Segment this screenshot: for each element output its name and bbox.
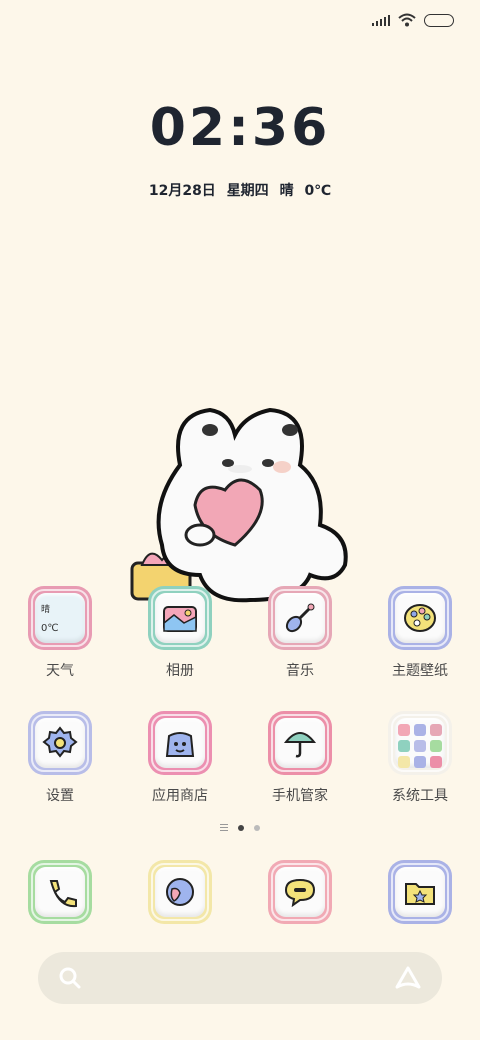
palette-icon xyxy=(404,604,436,632)
app-folder-system-tools[interactable]: 系统工具 xyxy=(360,711,480,805)
assistant-icon[interactable] xyxy=(394,965,422,991)
app-row-2: 设置 应用商店 手机管家 系统工具 xyxy=(0,711,480,805)
status-bar xyxy=(372,10,454,30)
weather-app-tile[interactable]: 晴 0℃ xyxy=(28,586,92,650)
battery-icon xyxy=(424,13,454,27)
umbrella-icon xyxy=(283,732,317,758)
messages-app-tile[interactable] xyxy=(268,860,332,924)
system-tools-folder-tile[interactable] xyxy=(388,711,452,775)
mini-app-icon xyxy=(398,756,410,768)
themes-app-tile[interactable] xyxy=(388,586,452,650)
app-row-1: 晴 0℃ 天气 相册 音乐 主题壁纸 xyxy=(0,586,480,680)
settings-app-tile[interactable] xyxy=(28,711,92,775)
dock xyxy=(0,860,480,924)
app-settings[interactable]: 设置 xyxy=(0,711,120,805)
app-label-music: 音乐 xyxy=(286,663,314,679)
clock: 02:36 xyxy=(149,98,331,158)
chat-bubble-icon xyxy=(284,878,316,907)
page-dot-active[interactable] xyxy=(238,824,244,831)
gallery-app-tile[interactable] xyxy=(148,586,212,650)
dock-phone[interactable] xyxy=(0,860,120,924)
mini-app-icon xyxy=(430,724,442,736)
guitar-icon xyxy=(285,603,315,633)
signal-icon xyxy=(372,14,390,26)
photo-icon xyxy=(163,606,197,632)
app-label-security: 手机管家 xyxy=(272,788,328,804)
dock-browser[interactable] xyxy=(120,860,240,924)
shopping-bag-icon xyxy=(165,732,195,757)
mini-app-icon xyxy=(398,724,410,736)
browser-app-tile[interactable] xyxy=(148,860,212,924)
dock-messages[interactable] xyxy=(240,860,360,924)
search-bar[interactable] xyxy=(38,952,442,1004)
phone-icon xyxy=(49,880,77,908)
weather-condition: 晴 xyxy=(279,183,294,199)
globe-icon xyxy=(166,878,194,906)
app-security[interactable]: 手机管家 xyxy=(240,711,360,805)
app-label-weather: 天气 xyxy=(46,663,74,679)
weather-widget-condition: 晴 xyxy=(41,605,51,615)
app-label-themes: 主题壁纸 xyxy=(392,663,448,679)
wifi-icon xyxy=(398,13,416,27)
app-label-settings: 设置 xyxy=(46,788,74,804)
mini-app-icon xyxy=(430,756,442,768)
bunny-mascot-illustration xyxy=(130,407,348,603)
music-app-tile[interactable] xyxy=(268,586,332,650)
mini-app-icon xyxy=(414,724,426,736)
app-store[interactable]: 应用商店 xyxy=(120,711,240,805)
app-themes[interactable]: 主题壁纸 xyxy=(360,586,480,680)
phone-app-tile[interactable] xyxy=(28,860,92,924)
dock-files[interactable] xyxy=(360,860,480,924)
mini-app-icon xyxy=(414,756,426,768)
page-dot[interactable] xyxy=(254,824,260,831)
app-label-gallery: 相册 xyxy=(166,663,194,679)
app-label-system-tools: 系统工具 xyxy=(392,788,448,804)
files-app-tile[interactable] xyxy=(388,860,452,924)
temperature: 0℃ xyxy=(304,183,332,199)
app-weather[interactable]: 晴 0℃ 天气 xyxy=(0,586,120,680)
store-app-tile[interactable] xyxy=(148,711,212,775)
folder-star-icon xyxy=(405,883,435,905)
app-label-store: 应用商店 xyxy=(152,788,208,804)
weather-widget-temp: 0℃ xyxy=(41,623,59,634)
weekday: 星期四 xyxy=(226,183,269,199)
search-icon[interactable] xyxy=(58,966,82,990)
date: 12月28日 xyxy=(148,183,216,199)
mini-app-icon xyxy=(430,740,442,752)
date-line: 12月28日 星期四 晴 0℃ xyxy=(0,180,480,200)
app-drawer-indicator[interactable] xyxy=(220,824,228,831)
security-app-tile[interactable] xyxy=(268,711,332,775)
mini-app-icon xyxy=(398,740,410,752)
mini-app-icon xyxy=(414,740,426,752)
page-indicator[interactable] xyxy=(0,824,480,831)
app-gallery[interactable]: 相册 xyxy=(120,586,240,680)
gear-icon xyxy=(42,726,78,758)
app-music[interactable]: 音乐 xyxy=(240,586,360,680)
